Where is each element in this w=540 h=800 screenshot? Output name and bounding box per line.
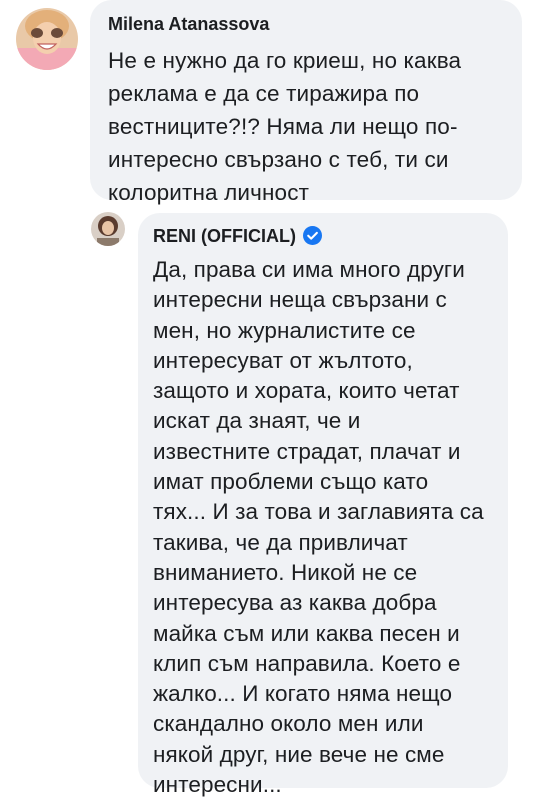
comment-author-row: RENI (OFFICIAL)	[153, 223, 496, 249]
comment-text: Да, права си има много други интересни н…	[153, 257, 484, 798]
comment-bubble: Milena Atanassova Не е нужно да го криеш…	[90, 0, 522, 205]
comment-text: Не е нужно да го криеш, но каква реклама…	[108, 48, 462, 205]
verified-badge-icon	[302, 225, 322, 245]
comment-author[interactable]: RENI (OFFICIAL)	[153, 223, 296, 249]
comment-author[interactable]: Milena Atanassova	[108, 12, 508, 36]
avatar[interactable]	[16, 8, 78, 70]
comment-bubble: RENI (OFFICIAL) Да, права си има много д…	[138, 213, 508, 797]
avatar[interactable]	[91, 212, 125, 246]
